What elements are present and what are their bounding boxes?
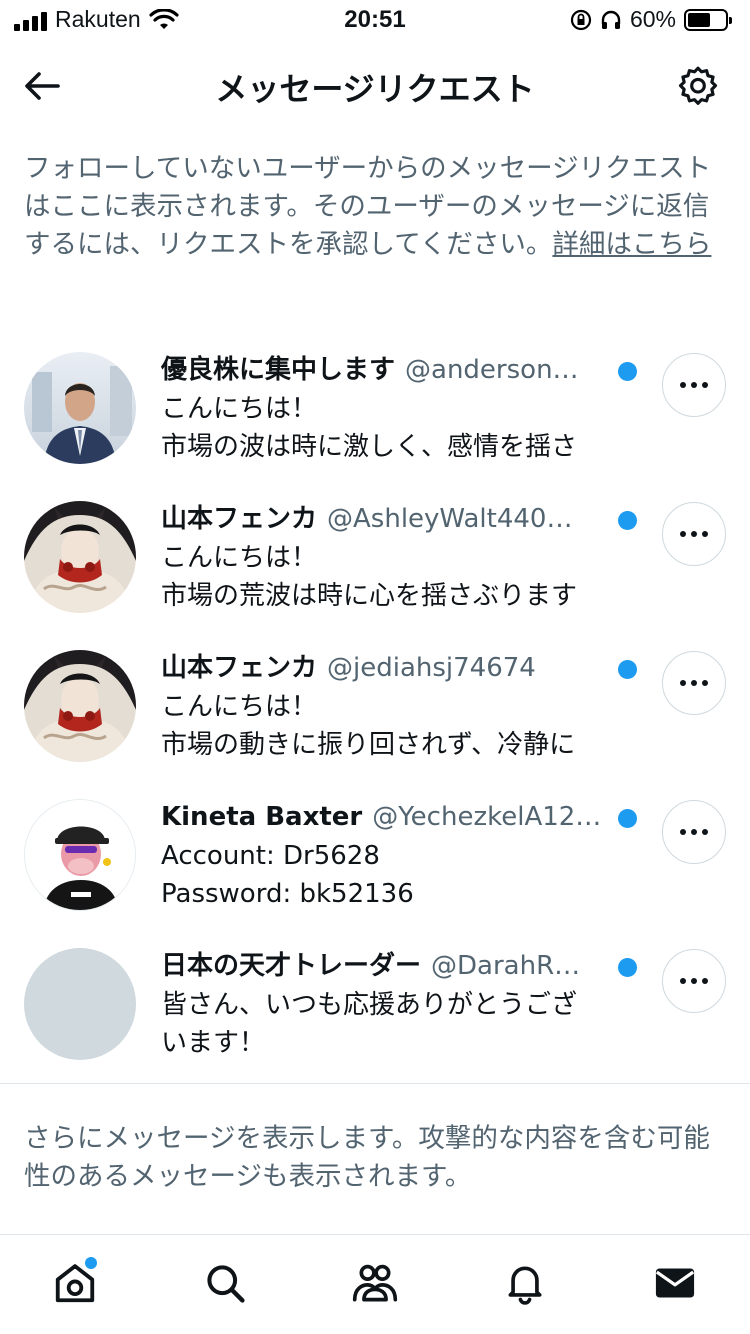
request-item[interactable]: 日本の天才トレーダー @DarahR… 皆さん、いつも応援ありがとうござ います… (0, 944, 750, 1093)
request-content: Kineta Baxter @YechezkelA12… Account: Dr… (161, 797, 611, 913)
sender-handle: @jediahsj74674 (327, 653, 536, 683)
sender-name: 優良株に集中します (161, 355, 396, 385)
communities-icon (352, 1264, 398, 1302)
request-list: 優良株に集中します @anderson… こんにちは！ 市場の波は時に激しく、感… (0, 348, 750, 1093)
settings-button[interactable] (674, 62, 722, 110)
avatar[interactable] (24, 799, 136, 911)
message-preview-line-2: 市場の動きに振り回されず、冷静に (161, 730, 576, 760)
request-content: 山本フェンカ @jediahsj74674 こんにちは！ 市場の動きに振り回され… (161, 648, 611, 764)
message-preview-line-1: 皆さん、いつも応援ありがとうござ (161, 990, 578, 1020)
battery-percent: 60% (629, 6, 676, 32)
request-item[interactable]: Kineta Baxter @YechezkelA12… Account: Dr… (0, 795, 750, 944)
request-item[interactable]: 山本フェンカ @jediahsj74674 こんにちは！ 市場の動きに振り回され… (0, 646, 750, 795)
sender-name: Kineta Baxter (161, 802, 363, 832)
notification-dot (85, 1257, 97, 1269)
search-icon (207, 1265, 245, 1303)
message-preview-line-1: こんにちは！ (161, 394, 318, 424)
tab-bar (0, 1234, 750, 1334)
sender-name: 山本フェンカ (161, 653, 318, 683)
avatar[interactable] (24, 650, 136, 762)
more-options-button[interactable] (662, 502, 726, 566)
sender-handle: @YechezkelA12… (372, 802, 602, 832)
status-bar: Rakuten 20:51 60% (0, 0, 750, 42)
message-preview-line-2: Password: bk52136 (161, 879, 414, 909)
avatar[interactable] (24, 501, 136, 613)
battery-fill (688, 12, 710, 27)
orientation-lock-icon (570, 9, 592, 30)
sender-handle: @DarahR… (431, 951, 581, 981)
message-preview-line-1: Account: Dr5628 (161, 841, 380, 871)
sender-name: 日本の天才トレーダー (161, 951, 422, 981)
unread-indicator (618, 958, 637, 977)
gear-icon (678, 66, 718, 105)
sender-line: 日本の天才トレーダー @DarahR… (161, 946, 611, 986)
mail-icon (655, 1268, 695, 1298)
avatar[interactable] (24, 352, 136, 464)
learn-more-link[interactable]: 詳細はこちら (552, 229, 711, 260)
tab-search[interactable] (197, 1255, 253, 1311)
request-content: 山本フェンカ @AshleyWalt440… こんにちは！ 市場の荒波は時に心を… (161, 499, 611, 615)
page-title: メッセージリクエスト (215, 70, 535, 108)
status-right-group: 60% (570, 6, 732, 33)
header: メッセージリクエスト (0, 42, 750, 128)
message-preview-line-2: 市場の波は時に激しく、感情を揺さ (161, 432, 578, 462)
message-preview-line-2: います！ (161, 1028, 266, 1058)
more-options-button[interactable] (662, 949, 726, 1013)
sender-handle: @anderson… (405, 355, 579, 385)
sender-line: 山本フェンカ @AshleyWalt440… (161, 499, 611, 539)
message-preview-line-1: こんにちは！ (161, 692, 318, 722)
request-item[interactable]: 優良株に集中します @anderson… こんにちは！ 市場の波は時に激しく、感… (0, 348, 750, 497)
sender-line: 山本フェンカ @jediahsj74674 (161, 648, 611, 688)
bell-icon (508, 1266, 542, 1305)
unread-indicator (618, 809, 637, 828)
more-options-button[interactable] (662, 651, 726, 715)
sender-name: 山本フェンカ (161, 504, 318, 534)
unread-indicator (618, 511, 637, 530)
request-content: 優良株に集中します @anderson… こんにちは！ 市場の波は時に激しく、感… (161, 350, 611, 466)
show-more-messages-link[interactable]: さらにメッセージを表示します。攻撃的な内容を含む可能性のあるメッセージも表示され… (24, 1120, 724, 1196)
more-options-button[interactable] (662, 800, 726, 864)
request-content: 日本の天才トレーダー @DarahR… 皆さん、いつも応援ありがとうござ います… (161, 946, 611, 1062)
request-info-text: フォローしていないユーザーからのメッセージリクエストはここに表示されます。そのユ… (24, 150, 724, 264)
sender-line: Kineta Baxter @YechezkelA12… (161, 797, 611, 837)
tab-home[interactable] (47, 1255, 103, 1311)
divider (0, 1083, 750, 1084)
more-options-button[interactable] (662, 353, 726, 417)
tab-communities[interactable] (347, 1255, 403, 1311)
battery-icon (684, 8, 732, 31)
unread-indicator (618, 362, 637, 381)
sender-line: 優良株に集中します @anderson… (161, 350, 611, 390)
request-item[interactable]: 山本フェンカ @AshleyWalt440… こんにちは！ 市場の荒波は時に心を… (0, 497, 750, 646)
avatar-placeholder[interactable] (24, 948, 136, 1060)
message-preview-line-2: 市場の荒波は時に心を揺さぶります (161, 581, 578, 611)
tab-messages[interactable] (647, 1255, 703, 1311)
tab-notifications[interactable] (497, 1255, 553, 1311)
message-preview-line-1: こんにちは！ (161, 543, 318, 573)
sender-handle: @AshleyWalt440… (327, 504, 573, 534)
headphones-icon (601, 10, 621, 29)
unread-indicator (618, 660, 637, 679)
